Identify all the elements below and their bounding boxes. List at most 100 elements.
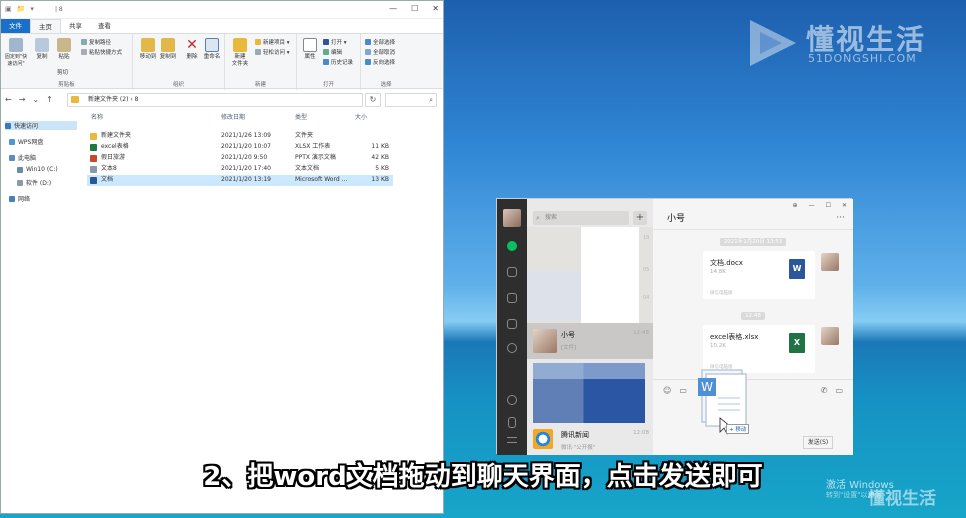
chat-title: 小号 <box>667 214 686 224</box>
blurred-region <box>581 227 639 323</box>
tab-file[interactable]: 文件 <box>1 19 30 33</box>
file-row[interactable]: 假日旅游 2021/1/20 9:50 PPTX 演示文稿 42 KB <box>87 153 393 164</box>
minimize-icon[interactable]: — <box>389 4 397 13</box>
history-button[interactable]: 历史记录 <box>323 58 353 66</box>
column-header-date[interactable]: 修改日期 <box>221 111 245 125</box>
properties-icon[interactable]: ▣ <box>5 5 12 13</box>
folder-icon[interactable]: ▭ <box>679 386 687 395</box>
tab-home[interactable]: 主页 <box>30 19 61 33</box>
avatar[interactable] <box>821 327 839 345</box>
maximize-icon[interactable]: ☐ <box>826 202 831 209</box>
cut-small-button[interactable]: 剪切 <box>57 68 68 76</box>
send-button[interactable]: 发送(S) <box>803 436 833 449</box>
file-row[interactable]: 文本8 2021/1/20 17:40 文本文档 5 KB <box>87 164 393 175</box>
file-size: 11 KB <box>371 143 389 150</box>
cut-button[interactable]: 复制路径 <box>81 38 111 46</box>
search-input[interactable]: ⌕ <box>385 93 437 107</box>
nav-item-network[interactable]: 网络 <box>9 194 30 203</box>
close-icon[interactable]: ✕ <box>842 202 847 209</box>
phone-icon[interactable] <box>508 417 516 428</box>
file-type: XLSX 工作表 <box>295 143 331 150</box>
copy-to-button[interactable]: 复制到 <box>155 38 181 61</box>
nav-item-this-pc[interactable]: 此电脑 <box>9 153 36 162</box>
avatar[interactable] <box>821 253 839 271</box>
forward-arrow-icon[interactable]: → <box>19 95 26 104</box>
network-icon <box>9 195 15 202</box>
open-button[interactable]: 打开 ▾ <box>323 38 347 46</box>
explorer-titlebar: ▣ 📁 ▾ | 8 — ☐ ✕ <box>1 1 443 19</box>
search-input[interactable]: 搜索 <box>533 211 629 225</box>
nav-item-quick-access[interactable]: 快速访问 <box>5 121 77 130</box>
back-arrow-icon[interactable]: ← <box>5 95 12 104</box>
paste-button[interactable]: 粘贴 <box>51 38 77 61</box>
nav-item-wps-drive[interactable]: WPS网盘 <box>9 137 43 146</box>
favorites-icon[interactable] <box>507 293 517 303</box>
select-none-button[interactable]: 全部取消 <box>365 48 395 56</box>
chevron-down-icon[interactable]: ▾ <box>30 5 34 13</box>
message-input-area[interactable]: ☺ ▭ ✆ ▭ 发送(S) <box>653 379 853 455</box>
star-icon <box>5 122 11 129</box>
chat-item[interactable]: 腾讯新闻 微讯·"公开报" 12:08 <box>527 423 653 459</box>
column-header-name[interactable]: 名称 <box>91 111 103 125</box>
tab-share[interactable]: 共享 <box>61 19 90 33</box>
file-row[interactable]: 新建文件夹 2021/1/26 13:09 文件夹 <box>87 131 393 142</box>
add-button[interactable]: + <box>633 211 647 225</box>
invert-selection-button[interactable]: 反向选择 <box>365 58 395 66</box>
rename-button[interactable]: 重命名 <box>199 38 225 61</box>
chat-item[interactable]: 小号 [文件] 12:48 <box>527 323 653 359</box>
file-size: 10.2K <box>710 343 726 349</box>
file-row[interactable]: excel表格 2021/1/20 10:07 XLSX 工作表 11 KB <box>87 142 393 153</box>
chat-icon[interactable] <box>507 241 517 251</box>
video-icon[interactable]: ▭ <box>835 386 843 395</box>
emoji-icon[interactable]: ☺ <box>663 386 671 395</box>
rename-icon <box>205 38 219 52</box>
file-message[interactable]: excel表格.xlsx 10.2K X 微信电脑版 <box>703 325 815 373</box>
miniprogram-icon[interactable] <box>507 395 517 405</box>
file-type: Microsoft Word ... <box>295 176 348 183</box>
corner-brand-watermark: 懂视生活 <box>868 489 936 509</box>
refresh-button[interactable]: ↻ <box>365 93 381 107</box>
new-folder-icon[interactable]: 📁 <box>17 5 26 13</box>
new-item-button[interactable]: 新建项目 ▾ <box>255 38 290 46</box>
blurred-region <box>527 271 581 321</box>
file-icon <box>90 177 97 184</box>
file-icon <box>90 166 97 173</box>
maximize-icon[interactable]: ☐ <box>411 4 418 13</box>
contacts-icon[interactable] <box>507 267 517 277</box>
close-icon[interactable]: ✕ <box>432 4 439 13</box>
file-message[interactable]: 文档.docx 14.8K W 微信电脑版 <box>703 251 815 299</box>
easy-access-button[interactable]: 轻松访问 ▾ <box>255 48 290 56</box>
menu-icon[interactable] <box>507 437 517 443</box>
nav-item-drive-d[interactable]: 软件 (D:) <box>17 178 51 187</box>
pin-quick-access-button[interactable]: 固定到"快速访问" <box>3 38 29 68</box>
ribbon-group-label: 剪贴板 <box>58 82 75 88</box>
up-arrow-icon[interactable]: ↑ <box>46 95 53 104</box>
minimize-icon[interactable]: — <box>809 202 815 209</box>
move-tooltip: + 移动 <box>726 424 750 434</box>
drive-icon <box>17 166 23 173</box>
phone-icon[interactable]: ✆ <box>821 386 828 395</box>
address-input[interactable]: 新建文件夹 (2) › 8 <box>67 93 363 107</box>
moments-icon[interactable] <box>507 343 517 353</box>
tab-view[interactable]: 查看 <box>90 19 119 33</box>
pin-icon[interactable]: ⊕ <box>793 202 798 209</box>
column-header-size[interactable]: 大小 <box>355 111 367 125</box>
paste-shortcut-button[interactable]: 粘贴快捷方式 <box>81 48 122 56</box>
dragged-word-document[interactable]: W + 移动 <box>696 368 752 436</box>
file-type: PPTX 演示文稿 <box>295 154 336 161</box>
new-folder-button[interactable]: 新建 文件夹 <box>227 38 253 68</box>
file-row[interactable]: 文档 2021/1/20 13:19 Microsoft Word ... 13 KB <box>87 175 393 186</box>
recent-chevron-icon[interactable]: ⌄ <box>32 95 39 104</box>
delete-icon: ✕ <box>186 37 198 53</box>
chat-preview: 微讯·"公开报" <box>561 445 596 451</box>
folder-icon[interactable] <box>507 319 517 329</box>
nav-item-drive-c[interactable]: Win10 (C:) <box>17 166 58 173</box>
select-all-button[interactable]: 全部选择 <box>365 38 395 46</box>
more-icon[interactable]: ··· <box>836 213 845 223</box>
select-none-icon <box>365 49 371 55</box>
column-header-type[interactable]: 类型 <box>295 111 307 125</box>
properties-button[interactable]: 属性 <box>297 38 323 61</box>
avatar[interactable] <box>503 209 521 227</box>
edit-button[interactable]: 编辑 <box>323 48 342 56</box>
copy-to-icon <box>161 38 175 52</box>
